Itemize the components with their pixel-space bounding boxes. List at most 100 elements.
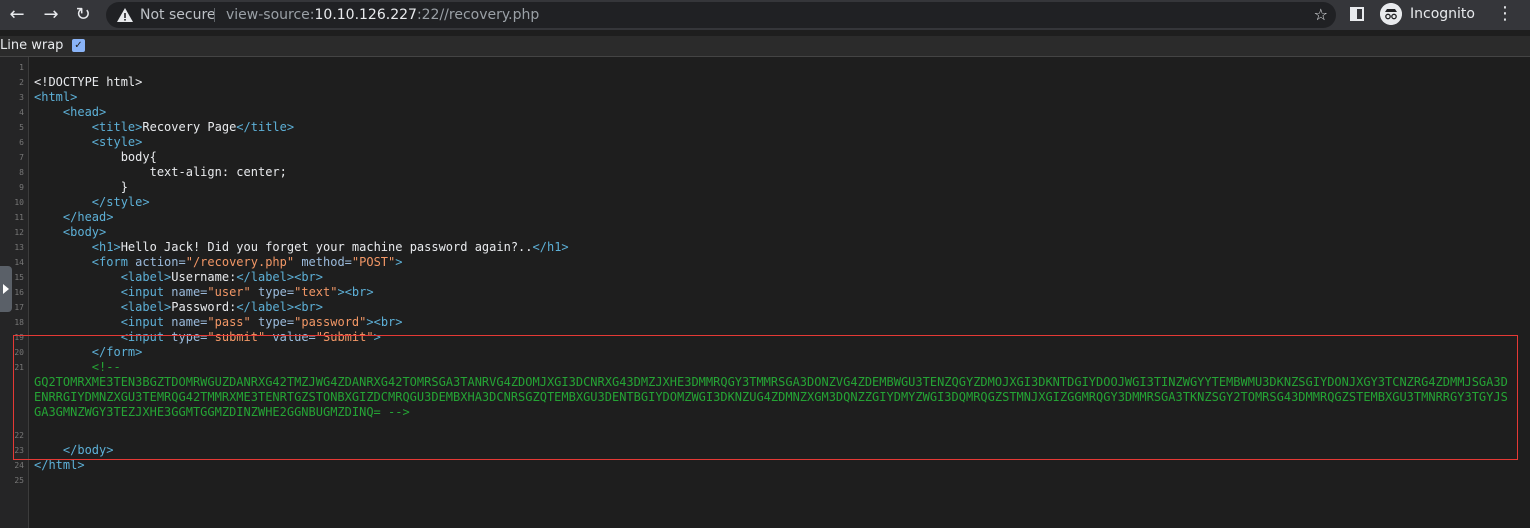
- code-token: "submit": [207, 330, 266, 344]
- code-token: "user": [207, 285, 251, 299]
- source-line: 24 </html>: [0, 458, 1530, 473]
- code-token: type=: [171, 330, 208, 344]
- code-token: <label>: [120, 300, 172, 314]
- source-line: 6 <style>: [0, 135, 1530, 150]
- code-token: </label><br>: [236, 300, 324, 314]
- code-token: </head>: [62, 210, 114, 224]
- code-token: <style>: [91, 135, 143, 149]
- source-line: 10 </style>: [0, 195, 1530, 210]
- line-number: 11: [14, 213, 24, 222]
- source-line: 17 <label>Password:</label><br>: [0, 300, 1530, 315]
- bookmark-star-icon[interactable]: ☆: [1314, 5, 1328, 24]
- line-code: <label>Username:</label><br>: [34, 270, 323, 285]
- code-token: body{: [34, 150, 157, 164]
- source-line: 7 body{: [0, 150, 1530, 165]
- source-line: 8 text-align: center;: [0, 165, 1530, 180]
- source-line: 1: [0, 60, 1530, 75]
- source-line: 5 <title>Recovery Page</title>: [0, 120, 1530, 135]
- code-token: ><br>: [366, 315, 403, 329]
- back-arrow-icon[interactable]: ←: [6, 4, 28, 26]
- code-token: >: [373, 330, 381, 344]
- profile-label[interactable]: Incognito: [1410, 5, 1475, 23]
- source-line: 14 <form action="/recovery.php" method="…: [0, 255, 1530, 270]
- source-line: 20 </form>: [0, 345, 1530, 360]
- source-line: 16 <input name="user" type="text"><br>: [0, 285, 1530, 300]
- source-view: 1 2 <!DOCTYPE html> 3 <html> 4 <head> 5 <title…: [0, 60, 1530, 488]
- source-line: 12 <body>: [0, 225, 1530, 240]
- line-wrap-label: Line wrap: [0, 38, 64, 53]
- code-token: <form: [91, 255, 136, 269]
- code-token: text-align: center;: [34, 165, 287, 179]
- code-token: <head>: [62, 105, 107, 119]
- line-code: <input type="submit" value="Submit">: [34, 330, 381, 345]
- code-token: Hello Jack! Did you forget your machine …: [120, 240, 533, 254]
- side-panel-handle[interactable]: [0, 266, 12, 312]
- line-wrap-bar: Line wrap ✓: [0, 36, 1530, 57]
- code-token: <body>: [62, 225, 107, 239]
- warning-icon[interactable]: [116, 6, 134, 24]
- code-token: name=: [171, 285, 208, 299]
- code-token: <input: [120, 330, 172, 344]
- line-number: 23: [14, 446, 24, 455]
- more-menu-icon[interactable]: ⋮: [1496, 4, 1514, 24]
- line-code: body{: [34, 150, 157, 165]
- line-number: 10: [14, 198, 24, 207]
- line-number: 5: [19, 123, 24, 132]
- incognito-icon[interactable]: [1380, 3, 1402, 25]
- line-code: <title>Recovery Page</title>: [34, 120, 294, 135]
- code-token: <title>: [91, 120, 143, 134]
- url-text[interactable]: view-source:10.10.126.227:22//recovery.p…: [226, 6, 539, 24]
- side-panel-icon[interactable]: [1350, 7, 1364, 21]
- line-number: 12: [14, 228, 24, 237]
- code-token: "Submit": [315, 330, 374, 344]
- code-token: "/recovery.php": [185, 255, 295, 269]
- code-token: </title>: [236, 120, 295, 134]
- security-label[interactable]: Not secure: [140, 6, 216, 24]
- code-token: name=: [171, 315, 208, 329]
- code-token: </body>: [62, 443, 114, 457]
- browser-toolbar: ← → ↻ Not secure view-source:10.10.126.2…: [0, 0, 1530, 30]
- line-number: 8: [19, 168, 24, 177]
- code-token: <h1>: [91, 240, 121, 254]
- line-number: 22: [14, 431, 24, 440]
- code-token: </label><br>: [236, 270, 324, 284]
- code-token: Recovery Page: [142, 120, 237, 134]
- line-code: <!--: [34, 360, 121, 375]
- code-token: "text": [294, 285, 338, 299]
- line-number: 24: [14, 461, 24, 470]
- source-line: 2 <!DOCTYPE html>: [0, 75, 1530, 90]
- source-line: 18 <input name="pass" type="password"><b…: [0, 315, 1530, 330]
- reload-icon[interactable]: ↻: [72, 4, 94, 26]
- code-token: ><br>: [337, 285, 374, 299]
- forward-arrow-icon[interactable]: →: [40, 4, 62, 26]
- address-bar[interactable]: Not secure view-source:10.10.126.227:22/…: [106, 2, 1336, 28]
- source-line: 19 <input type="submit" value="Submit">: [0, 330, 1530, 345]
- line-number: 1: [19, 63, 24, 72]
- code-token: </h1>: [532, 240, 569, 254]
- divider: [214, 8, 215, 22]
- source-line: 4 <head>: [0, 105, 1530, 120]
- code-token: "pass": [207, 315, 251, 329]
- line-code: <html>: [34, 90, 77, 105]
- code-token: </style>: [91, 195, 150, 209]
- code-token: <label>: [120, 270, 172, 284]
- line-number: 6: [19, 138, 24, 147]
- line-wrap-checkbox[interactable]: ✓: [72, 39, 85, 52]
- code-token: action=: [135, 255, 186, 269]
- source-line: 3 <html>: [0, 90, 1530, 105]
- source-line: 23 </body>: [0, 443, 1530, 458]
- line-number: 19: [14, 333, 24, 342]
- line-number: 4: [19, 108, 24, 117]
- line-code: <label>Password:</label><br>: [34, 300, 323, 315]
- code-token: <html>: [34, 90, 78, 104]
- line-code: </style>: [34, 195, 150, 210]
